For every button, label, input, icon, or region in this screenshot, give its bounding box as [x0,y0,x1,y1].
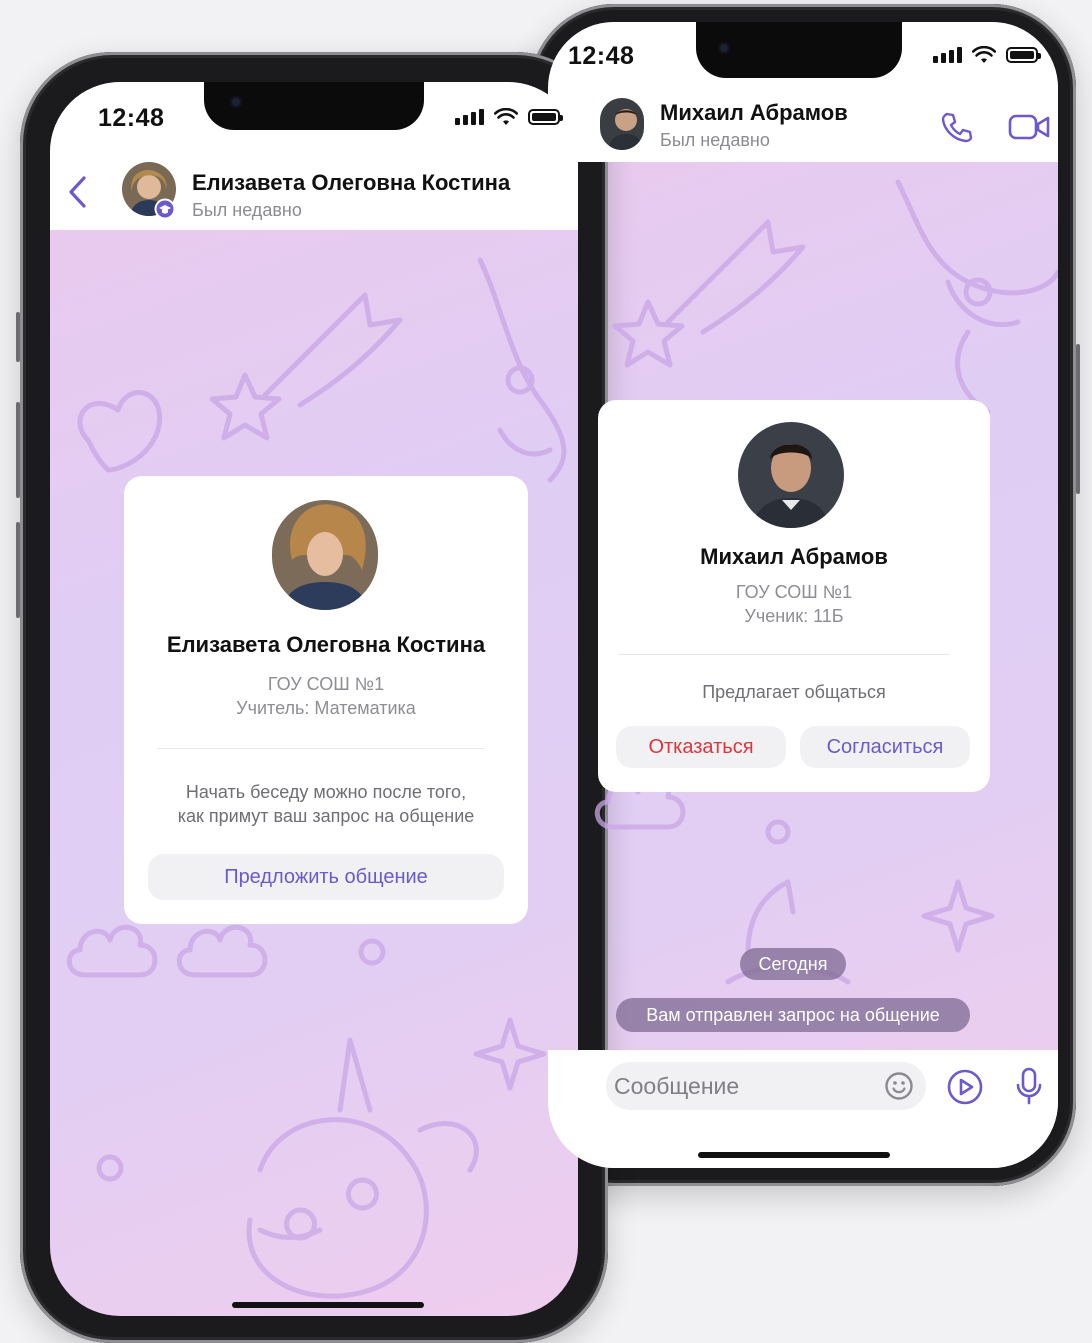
card-avatar[interactable] [738,422,844,528]
card-school: ГОУ СОШ №1 [735,582,853,602]
card-info-line1: Начать беседу можно после того, [185,782,467,802]
wifi-icon [972,46,996,63]
camera [718,42,730,54]
contact-name[interactable]: Елизавета Олеговна Костина [192,170,510,196]
chat-header: Михаил Абрамов Был недавно [548,94,1058,162]
card-divider [158,748,484,749]
chat-header: Елизавета Олеговна Костина Был недавно [50,158,578,230]
status-icons [933,46,1041,64]
date-pill: Сегодня [740,948,846,980]
home-indicator [232,1302,424,1308]
card-divider [618,654,950,655]
card-role: Ученик: 11Б [744,606,844,626]
contact-status: Был недавно [192,200,302,220]
system-message: Вам отправлен запрос на общение [616,998,970,1032]
message-input[interactable]: Сообщение [606,1062,926,1110]
signal-icon [455,109,484,125]
wifi-icon [494,108,518,125]
card-prompt: Предлагает общаться [702,682,886,702]
back-phone-screen: 12:48 Михаил Абрамов Был недавно Михаил … [548,22,1058,1168]
back-chevron-icon[interactable] [66,174,90,210]
card-school: ГОУ СОШ №1 [267,674,385,694]
card-name: Елизавета Олеговна Костина [166,632,486,657]
notch [696,22,902,78]
emoji-icon[interactable] [884,1071,914,1101]
card-role: Учитель: Математика [236,698,416,718]
propose-chat-button[interactable]: Предложить общение [148,854,504,900]
contact-name[interactable]: Михаил Абрамов [660,100,848,126]
phone-icon[interactable] [940,110,974,144]
card-name: Михаил Абрамов [700,544,888,569]
front-phone-screen: 12:48 Елизавета Олеговна Костина Был нед… [50,82,578,1316]
teacher-badge-icon [154,198,176,220]
status-icons [455,108,563,126]
battery-icon [1006,47,1041,63]
message-placeholder: Сообщение [614,1073,740,1099]
side-button [1076,344,1080,494]
front-phone-frame: 12:48 Елизавета Олеговна Костина Был нед… [16,52,608,1343]
side-button [16,402,20,498]
home-indicator [698,1152,890,1158]
notch [204,82,424,130]
contact-request-card: Михаил Абрамов ГОУ СОШ №1 Ученик: 11Б Пр… [598,400,990,792]
card-avatar[interactable] [272,500,378,610]
composer-bar: Сообщение [548,1050,1058,1168]
signal-icon [933,47,962,63]
camera [230,96,242,108]
status-time: 12:48 [98,104,165,132]
battery-icon [528,109,563,125]
status-time: 12:48 [568,42,635,70]
accept-button[interactable]: Согласиться [800,726,970,768]
decline-button[interactable]: Отказаться [616,726,786,768]
send-play-icon[interactable] [946,1068,984,1106]
avatar[interactable] [600,98,644,150]
microphone-icon[interactable] [1014,1066,1044,1106]
contact-request-card: Елизавета Олеговна Костина ГОУ СОШ №1 Уч… [124,476,528,924]
video-call-icon[interactable] [1008,112,1052,142]
side-button [16,522,20,618]
contact-status: Был недавно [660,130,770,150]
side-button [16,312,20,362]
back-phone-frame: 12:48 Михаил Абрамов Был недавно Михаил … [526,4,1080,1186]
card-info-line2: как примут ваш запрос на общение [177,806,475,826]
